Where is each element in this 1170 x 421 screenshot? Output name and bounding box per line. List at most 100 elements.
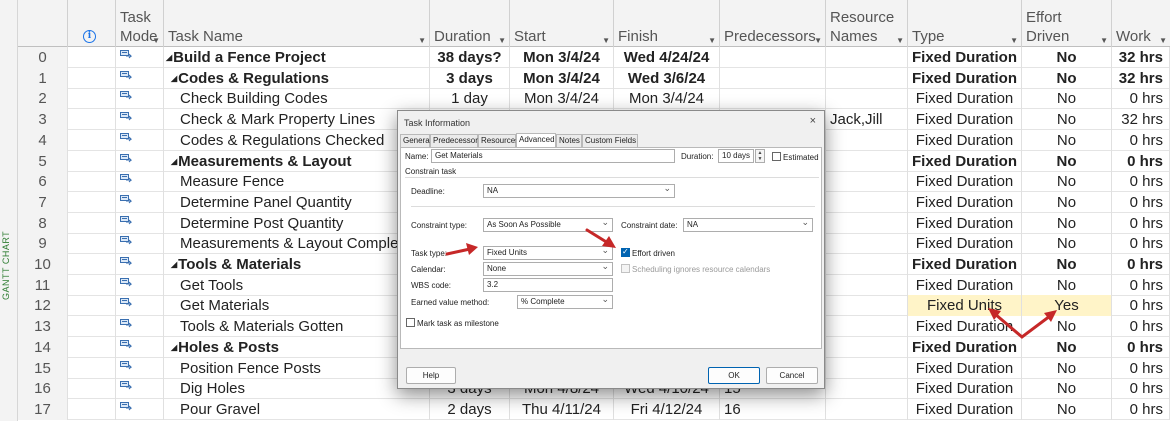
chevron-down-icon[interactable]: ▼ — [708, 36, 716, 45]
resource-names-cell[interactable] — [826, 233, 908, 255]
resource-names-cell[interactable] — [826, 212, 908, 234]
header-task-name[interactable]: Task Name ▼ — [164, 0, 430, 47]
type-cell[interactable]: Fixed Duration — [908, 171, 1022, 193]
work-cell[interactable]: 0 hrs — [1112, 171, 1170, 193]
chevron-down-icon[interactable]: ▼ — [152, 36, 160, 45]
collapse-icon[interactable]: ◢ — [171, 74, 177, 83]
effort-driven-cell[interactable]: No — [1022, 191, 1112, 213]
header-predecessors[interactable]: Predecessors ▼ — [720, 0, 826, 47]
row-id-cell[interactable]: 5 — [18, 150, 68, 172]
row-id-cell[interactable]: 13 — [18, 316, 68, 338]
type-cell[interactable]: Fixed Duration — [908, 254, 1022, 275]
indicators-cell[interactable] — [68, 212, 116, 234]
deadline-dropdown[interactable]: NA — [483, 184, 675, 198]
indicators-cell[interactable] — [68, 316, 116, 338]
row-id-cell[interactable]: 1 — [18, 67, 68, 89]
finish-cell[interactable]: Fri 4/12/24 — [614, 398, 720, 420]
type-cell[interactable]: Fixed Duration — [908, 398, 1022, 420]
chevron-down-icon[interactable]: ▼ — [1010, 36, 1018, 45]
type-cell[interactable]: Fixed Duration — [908, 129, 1022, 151]
resource-names-cell[interactable] — [826, 47, 908, 68]
resource-names-cell[interactable] — [826, 398, 908, 420]
chevron-down-icon[interactable]: ▼ — [498, 36, 506, 45]
effort-driven-cell[interactable]: No — [1022, 150, 1112, 172]
tab-advanced[interactable]: Advanced — [516, 133, 556, 147]
resource-names-cell[interactable] — [826, 336, 908, 358]
task-mode-cell[interactable] — [116, 150, 164, 172]
effort-driven-cell[interactable]: No — [1022, 88, 1112, 110]
work-cell[interactable]: 0 hrs — [1112, 398, 1170, 420]
effort-driven-cell[interactable]: No — [1022, 398, 1112, 420]
collapse-icon[interactable]: ◢ — [171, 343, 177, 352]
duration-input[interactable]: 10 days — [718, 149, 754, 163]
indicators-cell[interactable] — [68, 357, 116, 379]
header-type[interactable]: Type ▼ — [908, 0, 1022, 47]
type-cell[interactable]: Fixed Duration — [908, 150, 1022, 172]
finish-cell[interactable]: Wed 3/6/24 — [614, 67, 720, 89]
task-mode-cell[interactable] — [116, 67, 164, 89]
task-mode-cell[interactable] — [116, 295, 164, 317]
row-id-cell[interactable]: 10 — [18, 254, 68, 275]
predecessors-cell[interactable] — [720, 88, 826, 110]
indicators-cell[interactable] — [68, 129, 116, 151]
header-id[interactable] — [18, 0, 68, 47]
indicators-cell[interactable] — [68, 233, 116, 255]
duration-cell[interactable]: 1 day — [430, 88, 510, 110]
effort-driven-cell[interactable]: No — [1022, 378, 1112, 400]
task-name-cell[interactable]: Pour Gravel — [164, 398, 430, 420]
work-cell[interactable]: 0 hrs — [1112, 357, 1170, 379]
effort-driven-cell[interactable]: No — [1022, 129, 1112, 151]
predecessors-cell[interactable]: 16 — [720, 398, 826, 420]
task-name-cell[interactable]: ◢Tools & Materials — [164, 254, 430, 275]
chevron-down-icon[interactable]: ▼ — [602, 36, 610, 45]
task-mode-cell[interactable] — [116, 316, 164, 338]
constraint-type-dropdown[interactable]: As Soon As Possible — [483, 218, 613, 232]
type-cell[interactable]: Fixed Duration — [908, 47, 1022, 68]
resource-names-cell[interactable] — [826, 88, 908, 110]
predecessors-cell[interactable] — [720, 67, 826, 89]
work-cell[interactable]: 0 hrs — [1112, 88, 1170, 110]
resource-names-cell[interactable] — [826, 254, 908, 275]
task-name-cell[interactable]: Position Fence Posts — [164, 357, 430, 379]
effort-driven-cell[interactable]: No — [1022, 254, 1112, 275]
gantt-chart-label[interactable]: GANTT CHART — [1, 231, 11, 300]
row-id-cell[interactable]: 15 — [18, 357, 68, 379]
task-mode-cell[interactable] — [116, 171, 164, 193]
earned-value-dropdown[interactable]: % Complete — [517, 295, 613, 309]
work-cell[interactable]: 0 hrs — [1112, 191, 1170, 213]
resource-names-cell[interactable] — [826, 274, 908, 296]
resource-names-cell[interactable] — [826, 171, 908, 193]
header-start[interactable]: Start ▼ — [510, 0, 614, 47]
estimated-checkbox[interactable] — [772, 152, 781, 161]
indicators-cell[interactable] — [68, 150, 116, 172]
row-id-cell[interactable]: 6 — [18, 171, 68, 193]
header-work[interactable]: Work ▼ — [1112, 0, 1170, 47]
collapse-icon[interactable]: ◢ — [171, 157, 177, 166]
work-cell[interactable]: 32 hrs — [1112, 67, 1170, 89]
ok-button[interactable]: OK — [708, 367, 760, 384]
resource-names-cell[interactable] — [826, 191, 908, 213]
task-name-cell[interactable]: ◢Holes & Posts — [164, 336, 430, 358]
help-button[interactable]: Help — [406, 367, 456, 384]
tab-general[interactable]: General — [400, 134, 431, 147]
type-cell[interactable]: Fixed Duration — [908, 233, 1022, 255]
row-id-cell[interactable]: 8 — [18, 212, 68, 234]
start-cell[interactable]: Mon 3/4/24 — [510, 88, 614, 110]
resource-names-cell[interactable] — [826, 378, 908, 400]
task-name-cell[interactable]: Measure Fence — [164, 171, 430, 193]
type-cell[interactable]: Fixed Duration — [908, 191, 1022, 213]
row-id-cell[interactable]: 7 — [18, 191, 68, 213]
duration-cell[interactable]: 3 days — [430, 67, 510, 89]
row-id-cell[interactable]: 2 — [18, 88, 68, 110]
work-cell[interactable]: 0 hrs — [1112, 150, 1170, 172]
indicators-cell[interactable] — [68, 378, 116, 400]
tab-predecessors[interactable]: Predecessors — [430, 134, 482, 147]
indicators-cell[interactable] — [68, 191, 116, 213]
row-id-cell[interactable]: 4 — [18, 129, 68, 151]
constraint-date-dropdown[interactable]: NA — [683, 218, 813, 232]
task-mode-cell[interactable] — [116, 109, 164, 131]
task-mode-cell[interactable] — [116, 233, 164, 255]
work-cell[interactable]: 0 hrs — [1112, 336, 1170, 358]
work-cell[interactable]: 0 hrs — [1112, 129, 1170, 151]
header-effort-driven[interactable]: Effort Driven ▼ — [1022, 0, 1112, 47]
